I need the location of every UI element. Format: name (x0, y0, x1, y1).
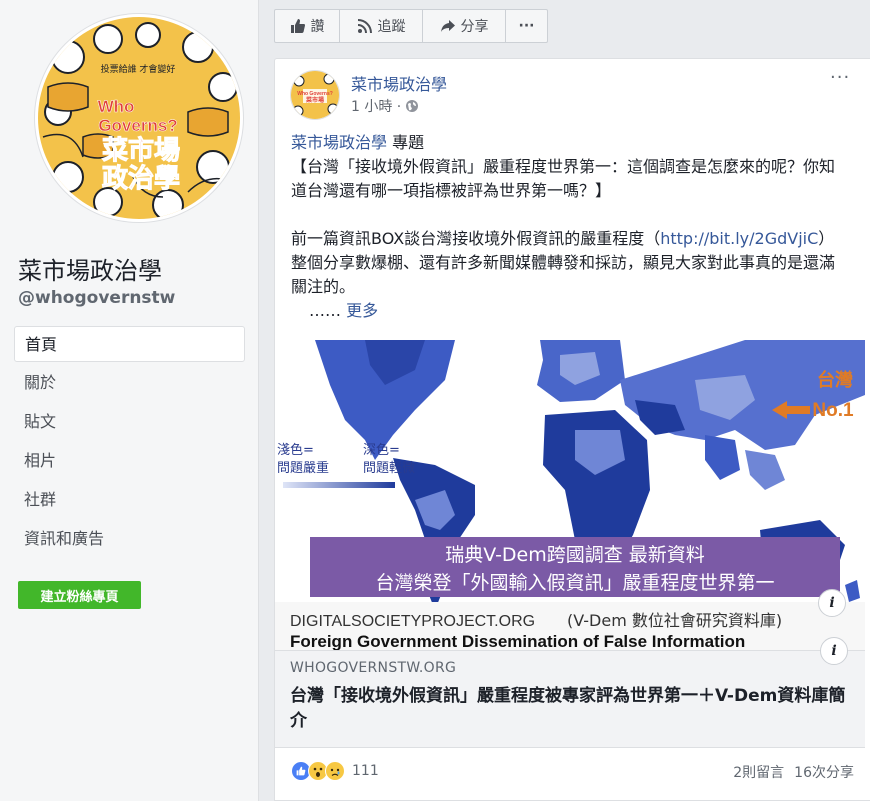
create-page-button[interactable]: 建立粉絲專頁 (18, 581, 141, 609)
logo-line3: 菜市場 (101, 135, 180, 166)
post-headline: 【台灣「接收境外假資訊」嚴重程度世界第一：這個調查是怎麼來的呢？你知道台灣還有哪… (291, 157, 836, 200)
comment-count-link[interactable]: 2則留言 (733, 765, 784, 781)
nav-item-home[interactable]: 首頁 (14, 326, 245, 362)
thumbs-up-icon (290, 19, 305, 33)
post-time-text: 1 小時 · (351, 99, 402, 115)
post-paragraph: 前一篇資訊BOX談台灣接收境外假資訊的嚴重程度（http://bit.ly/2G… (291, 227, 847, 299)
logo-who: Who (98, 97, 135, 116)
share-label: 分享 (460, 19, 489, 35)
legend-light-2: 問題嚴重 (277, 460, 329, 476)
banner-line-2: 台灣榮登「外國輸入假資訊」嚴重程度世界第一 (375, 572, 774, 594)
post-timestamp[interactable]: 1 小時 · (351, 96, 419, 116)
profile-logo-image: 投票給誰 才會變好 Who Governs? 菜市場 政治學 (38, 17, 240, 219)
post-stats: 2則留言 16次分享 (733, 762, 854, 782)
page-action-bar: 讚 追蹤 分享 ··· (274, 9, 548, 43)
globe-icon (406, 100, 419, 112)
nav-item-photos[interactable]: 相片 (14, 443, 245, 479)
arrow-label-no1: No.1 (812, 400, 854, 421)
profile-picture[interactable]: 投票給誰 才會變好 Who Governs? 菜市場 政治學 (35, 14, 243, 222)
link-preview-meta[interactable]: WHOGOVERNSTW.ORG 台灣「接收境外假資訊」嚴重程度被專家評為世界第… (275, 637, 865, 748)
svg-text:菜市場: 菜市場 (305, 96, 324, 104)
image-info-button[interactable]: i (818, 589, 846, 617)
like-label: 讚 (310, 19, 325, 35)
left-sidebar: 投票給誰 才會變好 Who Governs? 菜市場 政治學 菜市場政治學 @w… (0, 0, 259, 801)
link-info-button[interactable]: i (820, 637, 848, 665)
post-topic-line: 菜市場政治學 專題 (291, 131, 847, 155)
nav-item-community[interactable]: 社群 (14, 482, 245, 518)
topic-author-link[interactable]: 菜市場政治學 (291, 133, 387, 152)
reaction-summary[interactable]: 111 (291, 761, 379, 781)
page-name[interactable]: 菜市場政治學 (18, 251, 162, 286)
like-page-button[interactable]: 讚 (275, 10, 340, 42)
topic-label: 專題 (387, 133, 425, 152)
post-body: 菜市場政治學 專題 【台灣「接收境外假資訊」嚴重程度世界第一：這個調查是怎麼來的… (291, 131, 847, 323)
more-options-button[interactable]: ··· (506, 10, 547, 42)
world-map-graphic: 台灣 No.1 淺色= 問題嚴重 深色= 問題輕微 瑞典V-Dem跨國調查 最新… (275, 340, 865, 650)
nav-item-info-and-ads[interactable]: 資訊和廣告 (14, 521, 245, 557)
nav-item-posts[interactable]: 貼文 (14, 404, 245, 440)
body-text-before-link: 前一篇資訊BOX談台灣接收境外假資訊的嚴重程度（ (291, 229, 661, 248)
logo-line4: 政治學 (102, 163, 180, 194)
paragraph-spacer (291, 203, 847, 227)
logo-governs: Governs? (98, 116, 177, 135)
see-more-line: …… 更多 (291, 299, 847, 323)
svg-text:投票給誰 才會變好: 投票給誰 才會變好 (101, 63, 176, 75)
see-more-link[interactable]: 更多 (346, 301, 378, 320)
source-title: Foreign Government Dissemination of Fals… (290, 632, 745, 650)
link-preview-image[interactable]: 台灣 No.1 淺色= 問題嚴重 深色= 問題輕微 瑞典V-Dem跨國調查 最新… (275, 340, 865, 650)
share-page-button[interactable]: 分享 (423, 10, 506, 42)
avatar-logo-image: Who Governs? 菜市場 (291, 71, 339, 119)
post-author-avatar[interactable]: Who Governs? 菜市場 (290, 70, 340, 120)
arrow-label-taiwan: 台灣 (817, 369, 853, 391)
banner-line-1: 瑞典V-Dem跨國調查 最新資料 (445, 544, 705, 566)
post-card: Who Governs? 菜市場 菜市場政治學 1 小時 · ··· 菜市場政治… (274, 58, 870, 801)
page-handle[interactable]: @whogovernstw (18, 288, 175, 308)
source-note: (V-Dem 數位社會研究資料庫) (567, 611, 782, 630)
share-count-link[interactable]: 16次分享 (794, 765, 854, 781)
body-link[interactable]: http://bit.ly/2GdVjiC (660, 229, 818, 248)
follow-label: 追蹤 (377, 19, 406, 35)
follow-button[interactable]: 追蹤 (340, 10, 423, 42)
post-author-name[interactable]: 菜市場政治學 (351, 71, 447, 95)
legend-dark: 深色= (363, 442, 400, 458)
page-nav: 首頁 關於 貼文 相片 社群 資訊和廣告 (14, 326, 245, 560)
share-arrow-icon (440, 20, 455, 32)
link-title[interactable]: 台灣「接收境外假資訊」嚴重程度被專家評為世界第一＋V-Dem資料庫簡介 (290, 684, 850, 734)
rss-icon (357, 19, 372, 34)
legend-light: 淺色= (277, 442, 314, 458)
post-options-menu[interactable]: ··· (830, 67, 850, 88)
link-domain: WHOGOVERNSTW.ORG (290, 660, 457, 676)
reaction-count: 111 (352, 763, 379, 779)
nav-item-about[interactable]: 關於 (14, 365, 245, 401)
legend-dark-2: 問題輕微 (363, 461, 415, 476)
ellipsis: …… (309, 301, 341, 320)
sad-reaction-icon (325, 761, 345, 781)
source-site: DIGITALSOCIETYPROJECT.ORG (290, 613, 535, 630)
